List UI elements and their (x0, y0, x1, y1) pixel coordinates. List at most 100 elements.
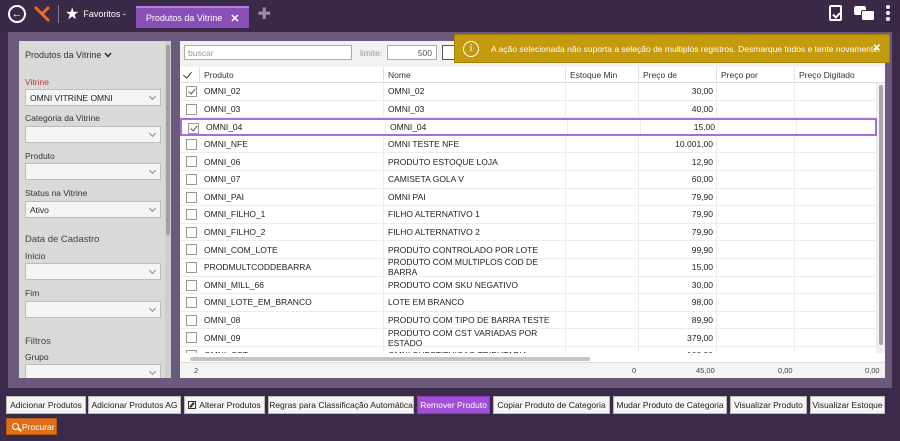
inicio-date-field[interactable] (25, 263, 161, 280)
row-checkbox[interactable] (186, 226, 197, 238)
cell-estoque-min (566, 259, 639, 276)
vitrine-select[interactable]: OMNI VITRINE OMNI (25, 89, 161, 106)
row-checkbox[interactable] (186, 191, 197, 203)
grid-header: Produto Nome Estoque Min Preço de Preço … (180, 67, 885, 83)
inicio-label: Início (25, 251, 46, 261)
edit-icon (188, 401, 197, 409)
status-select[interactable]: Ativo (25, 201, 161, 218)
cell-nome: PRODUTO CONTROLADO POR LOTE (384, 241, 566, 258)
copiar-produto-categoria-button[interactable]: Copiar Produto de Categoria (493, 396, 610, 414)
procurar-button[interactable]: Procurar (6, 418, 57, 435)
col-preco-por[interactable]: Preço por (717, 67, 795, 83)
alterar-produtos-label: Alterar Produtos (199, 400, 261, 410)
col-estoque-min[interactable]: Estoque Min (566, 67, 639, 83)
visualizar-estoque-button[interactable]: Visualizar Estoque (810, 396, 885, 414)
close-alert-icon[interactable]: ✕ (873, 43, 881, 54)
row-checkbox[interactable] (186, 350, 197, 353)
close-tab-icon[interactable]: ✕ (230, 12, 239, 25)
table-row[interactable]: OMNI_FILHO_1 FILHO ALTERNATIVO 1 79,90 (180, 206, 877, 224)
vertical-scrollbar[interactable] (877, 83, 885, 353)
row-checkbox[interactable] (186, 156, 197, 168)
table-row[interactable]: OMNI_09 PRODUTO COM CST VARIADAS POR ESTA… (180, 328, 877, 348)
remover-produto-button[interactable]: Remover Produto (417, 396, 490, 414)
col-nome[interactable]: Nome (384, 67, 566, 83)
limite-input[interactable]: 500 (387, 45, 437, 60)
select-all-checkbox[interactable] (180, 67, 200, 83)
tab-produtos-da-vitrine[interactable]: Produtos da Vitrine ✕ (135, 6, 250, 28)
table-row[interactable]: OMNI_FILHO_2 FILHO ALTERNATIVO 2 79,90 (180, 223, 877, 242)
chat-icon[interactable] (854, 6, 875, 21)
table-row[interactable]: OMNI_02 OMNI_02 30,00 (180, 83, 877, 101)
row-checkbox[interactable] (186, 103, 197, 115)
regras-classificacao-button[interactable]: Regras para Classificação Automática (268, 396, 414, 414)
cell-nome: PRODUTO ESTOQUE LOJA (384, 153, 566, 170)
table-row[interactable]: OMNI_PAI OMNI PAI 79,90 (180, 188, 877, 207)
table-row[interactable]: OMNI_MILL_66 PRODUTO COM SKU NEGATIVO 30,0… (180, 276, 877, 295)
row-checkbox[interactable] (186, 297, 197, 309)
row-checkbox[interactable] (186, 174, 197, 185)
cell-preco-digitado (795, 171, 877, 188)
table-row[interactable]: OMNI_06 PRODUTO ESTOQUE LOJA 12,90 (180, 153, 877, 171)
cell-nome: FILHO ALTERNATIVO 1 (384, 206, 566, 223)
mudar-produto-categoria-button[interactable]: Mudar Produto de Categoria (613, 396, 727, 414)
grupo-select[interactable] (25, 364, 161, 378)
row-checkbox[interactable] (186, 332, 197, 344)
search-input[interactable]: buscar (184, 45, 352, 60)
adicionar-produtos-button[interactable]: Adicionar Produtos (6, 396, 86, 414)
cell-preco-de: 99,90 (639, 241, 717, 258)
cell-preco-por (717, 311, 795, 329)
cell-estoque-min (566, 294, 639, 311)
sidebar-title[interactable]: Produtos da Vitrine (25, 50, 112, 60)
table-row[interactable]: OMNI_LOTE_EM_BRANCO LOTE EM BRANCO 98,00 (180, 294, 877, 312)
categoria-select[interactable] (25, 126, 161, 143)
row-checkbox[interactable] (186, 209, 197, 221)
row-checkbox[interactable] (186, 86, 197, 97)
cell-preco-digitado (795, 100, 877, 118)
star-icon[interactable]: ★ (65, 4, 79, 24)
app-logo-icon[interactable] (32, 4, 52, 24)
cell-estoque-min (568, 120, 641, 134)
row-checkbox[interactable] (186, 244, 197, 256)
warning-alert: i A ação selecionada não suporta a seleç… (454, 34, 890, 63)
visualizar-produto-button[interactable]: Visualizar Produto (730, 396, 807, 414)
row-checkbox[interactable] (186, 262, 197, 273)
col-preco-de[interactable]: Preço de (639, 67, 717, 83)
cell-estoque-min (566, 311, 639, 329)
col-produto[interactable]: Produto (200, 67, 384, 83)
cell-preco-de: 15,00 (639, 259, 717, 276)
chevron-down-icon (148, 266, 157, 275)
adicionar-produtos-ag-button[interactable]: Adicionar Produtos AG (88, 396, 181, 414)
table-row[interactable]: OMNI_CSTOMNI SUBSTITUICAO TRIBUTARIA 100,… (180, 347, 877, 353)
row-checkbox[interactable] (186, 314, 197, 326)
cell-estoque-min (566, 171, 639, 188)
table-row[interactable]: OMNI_04 OMNI_04 15,00 (180, 118, 879, 136)
row-checkbox[interactable] (186, 279, 197, 291)
fim-date-field[interactable] (25, 301, 161, 318)
clipboard-check-icon[interactable] (829, 5, 842, 21)
table-row[interactable]: OMNI_NFE OMNI TESTE NFE 10.001,00 (180, 135, 877, 154)
alterar-produtos-button[interactable]: Alterar Produtos (184, 396, 265, 414)
cell-preco-por (717, 135, 795, 153)
favorites-menu[interactable]: Favoritos - (83, 9, 126, 19)
table-row[interactable]: OMNI_03 OMNI_03 40,00 (180, 100, 877, 119)
cell-produto: OMNI_FILHO_1 (200, 206, 384, 223)
row-checkbox[interactable] (188, 123, 199, 135)
cell-preco-digitado (795, 153, 877, 170)
back-icon[interactable]: ← (8, 5, 26, 23)
cell-preco-por (717, 171, 795, 188)
sidebar-scrollbar[interactable] (165, 41, 171, 378)
cell-preco-por (717, 206, 795, 223)
cell-produto: PRODMULTCODDEBARRA (200, 259, 384, 276)
table-row[interactable]: OMNI_07 CAMISETA GOLA V 60,00 (180, 171, 877, 189)
row-checkbox[interactable] (186, 138, 197, 150)
products-grid-panel: buscar limite: 500 Produto Nome Estoque … (180, 41, 885, 378)
table-row[interactable]: PRODMULTCODDEBARRA PRODUTO COM MULTIPLOS … (180, 257, 877, 277)
produto-select[interactable] (25, 163, 161, 180)
more-vertical-icon[interactable] (886, 5, 890, 21)
col-preco-digitado[interactable]: Preço Digitado (795, 67, 877, 83)
new-tab-icon[interactable]: ✚ (257, 4, 270, 24)
chevron-down-icon (148, 367, 157, 376)
cell-preco-digitado (795, 259, 877, 276)
cell-produto: OMNI_03 (200, 100, 384, 118)
cell-preco-por (717, 223, 795, 241)
